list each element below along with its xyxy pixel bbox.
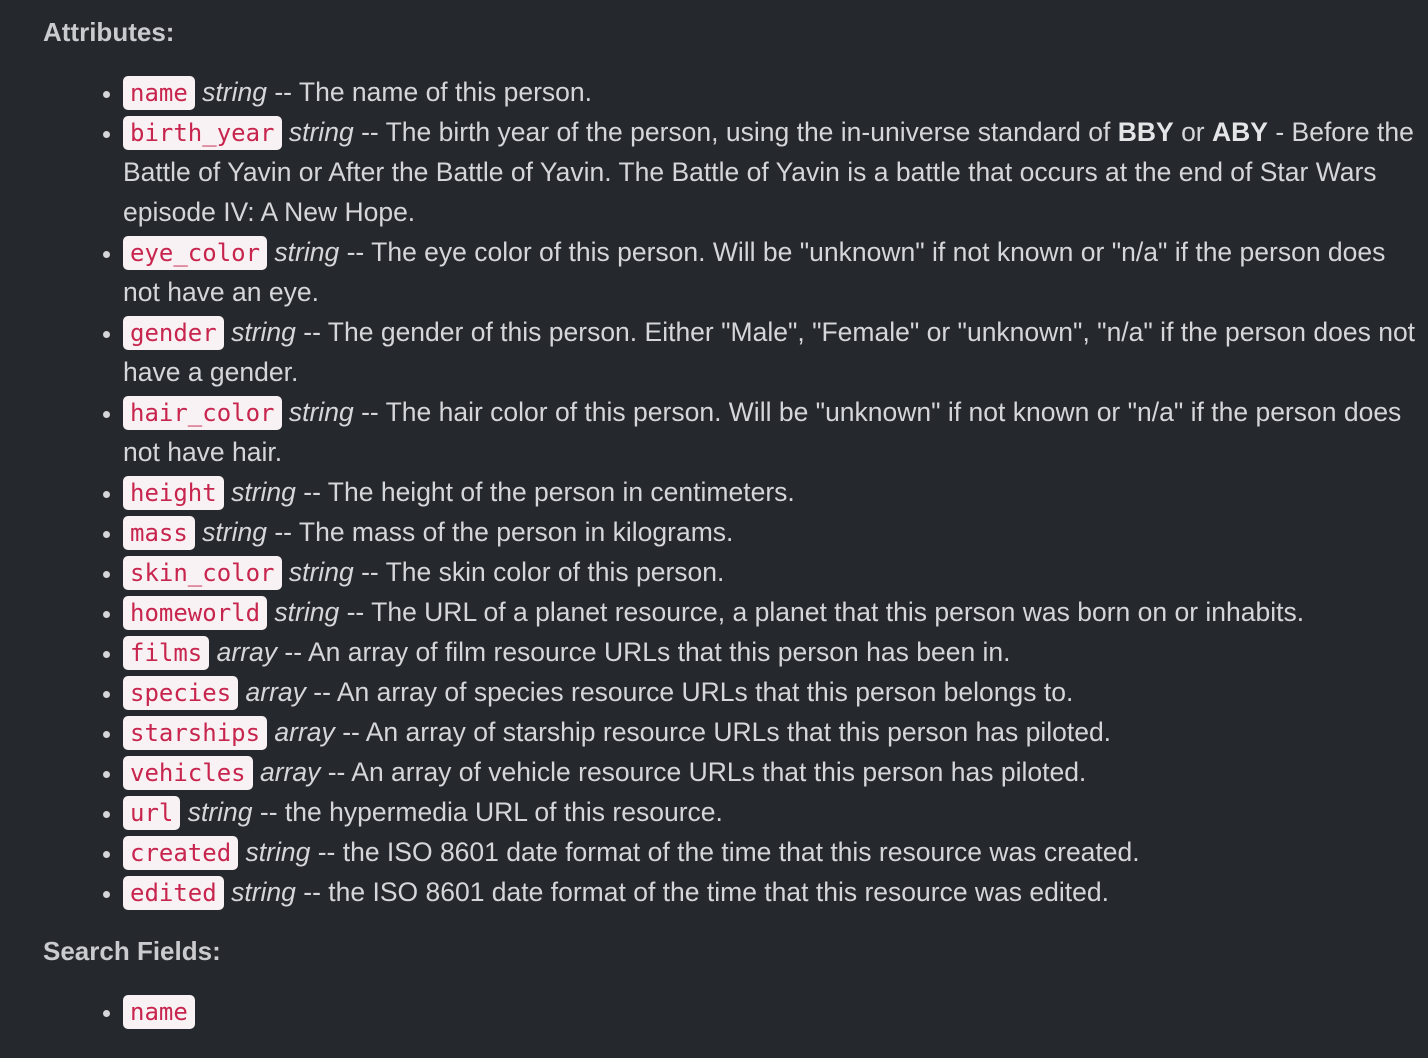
attribute-item-vehicles: vehicles array -- An array of vehicle re… <box>123 752 1418 792</box>
search-fields-heading: Search Fields: <box>43 936 221 966</box>
attribute-description: -- An array of species resource URLs tha… <box>313 677 1074 707</box>
attribute-description: -- The name of this person. <box>274 77 593 107</box>
attribute-type: array <box>245 677 306 707</box>
attribute-item-skin-color: skin_color string -- The skin color of t… <box>123 552 1418 592</box>
attribute-description: -- The skin color of this person. <box>361 557 725 587</box>
attribute-type: array <box>259 757 321 787</box>
attribute-type: string <box>231 477 296 507</box>
search-fields-list: name <box>43 991 1418 1031</box>
attributes-heading: Attributes: <box>43 17 175 47</box>
attribute-name: films <box>123 636 210 670</box>
attribute-type: string <box>274 237 340 267</box>
attribute-name: birth_year <box>123 116 282 150</box>
attribute-type: string <box>274 597 340 627</box>
attribute-description-connector: or <box>1181 117 1205 147</box>
attribute-description: -- The height of the person in centimete… <box>303 477 795 507</box>
search-field-name: name <box>123 995 195 1029</box>
attribute-description: -- The gender of this person. Either "Ma… <box>123 317 1416 387</box>
attribute-type: string <box>288 117 354 147</box>
attribute-item-films: films array -- An array of film resource… <box>123 632 1418 672</box>
attribute-item-hair-color: hair_color string -- The hair color of t… <box>123 392 1418 472</box>
attribute-name: mass <box>123 516 195 550</box>
attribute-name: homeworld <box>123 596 268 630</box>
attribute-item-birth-year: birth_year string -- The birth year of t… <box>123 112 1418 232</box>
attribute-item-created: created string -- the ISO 8601 date form… <box>123 832 1418 872</box>
attribute-type: array <box>216 637 278 667</box>
attribute-item-name: name string -- The name of this person. <box>123 72 1418 112</box>
attribute-description: -- An array of film resource URLs that t… <box>284 637 1011 667</box>
attribute-description: -- the ISO 8601 date format of the time … <box>317 837 1140 867</box>
attribute-item-eye-color: eye_color string -- The eye color of thi… <box>123 232 1418 312</box>
attribute-description: -- An array of starship resource URLs th… <box>342 717 1112 747</box>
attribute-description: -- An array of vehicle resource URLs tha… <box>327 757 1087 787</box>
attribute-type: string <box>288 557 354 587</box>
attribute-name: url <box>123 796 181 830</box>
attribute-type: string <box>231 317 296 347</box>
attribute-type: string <box>187 797 253 827</box>
attribute-item-mass: mass string -- The mass of the person in… <box>123 512 1418 552</box>
attribute-name: vehicles <box>123 756 253 790</box>
attribute-name: created <box>123 836 239 870</box>
attribute-name: starships <box>123 716 268 750</box>
attribute-item-species: species array -- An array of species res… <box>123 672 1418 712</box>
bby-term: BBY <box>1117 117 1174 147</box>
attribute-item-starships: starships array -- An array of starship … <box>123 712 1418 752</box>
attribute-description: -- the hypermedia URL of this resource. <box>259 797 723 827</box>
attribute-description: -- The mass of the person in kilograms. <box>274 517 734 547</box>
attribute-name: hair_color <box>123 396 282 430</box>
attribute-name: eye_color <box>123 236 268 270</box>
attribute-type: string <box>202 77 267 107</box>
attributes-list: name string -- The name of this person. … <box>43 72 1418 912</box>
attribute-description: -- the ISO 8601 date format of the time … <box>303 877 1109 907</box>
attribute-name: height <box>123 476 224 510</box>
attribute-type: string <box>245 837 311 867</box>
attribute-name: gender <box>123 316 224 350</box>
attribute-type: array <box>274 717 335 747</box>
aby-term: ABY <box>1212 117 1268 147</box>
attribute-item-edited: edited string -- the ISO 8601 date forma… <box>123 872 1418 912</box>
attribute-type: string <box>202 517 267 547</box>
attribute-type: string <box>231 877 296 907</box>
attribute-type: string <box>288 397 354 427</box>
attribute-item-gender: gender string -- The gender of this pers… <box>123 312 1418 392</box>
attribute-name: name <box>123 76 195 110</box>
documentation-content: Attributes: name string -- The name of t… <box>43 12 1418 1031</box>
attribute-name: skin_color <box>123 556 282 590</box>
attribute-item-height: height string -- The height of the perso… <box>123 472 1418 512</box>
search-field-item: name <box>123 991 1418 1031</box>
attribute-description: -- The birth year of the person, using t… <box>361 117 1111 147</box>
attribute-name: species <box>123 676 239 710</box>
attribute-description: -- The URL of a planet resource, a plane… <box>346 597 1305 627</box>
attribute-name: edited <box>123 876 224 910</box>
attribute-item-homeworld: homeworld string -- The URL of a planet … <box>123 592 1418 632</box>
attribute-item-url: url string -- the hypermedia URL of this… <box>123 792 1418 832</box>
